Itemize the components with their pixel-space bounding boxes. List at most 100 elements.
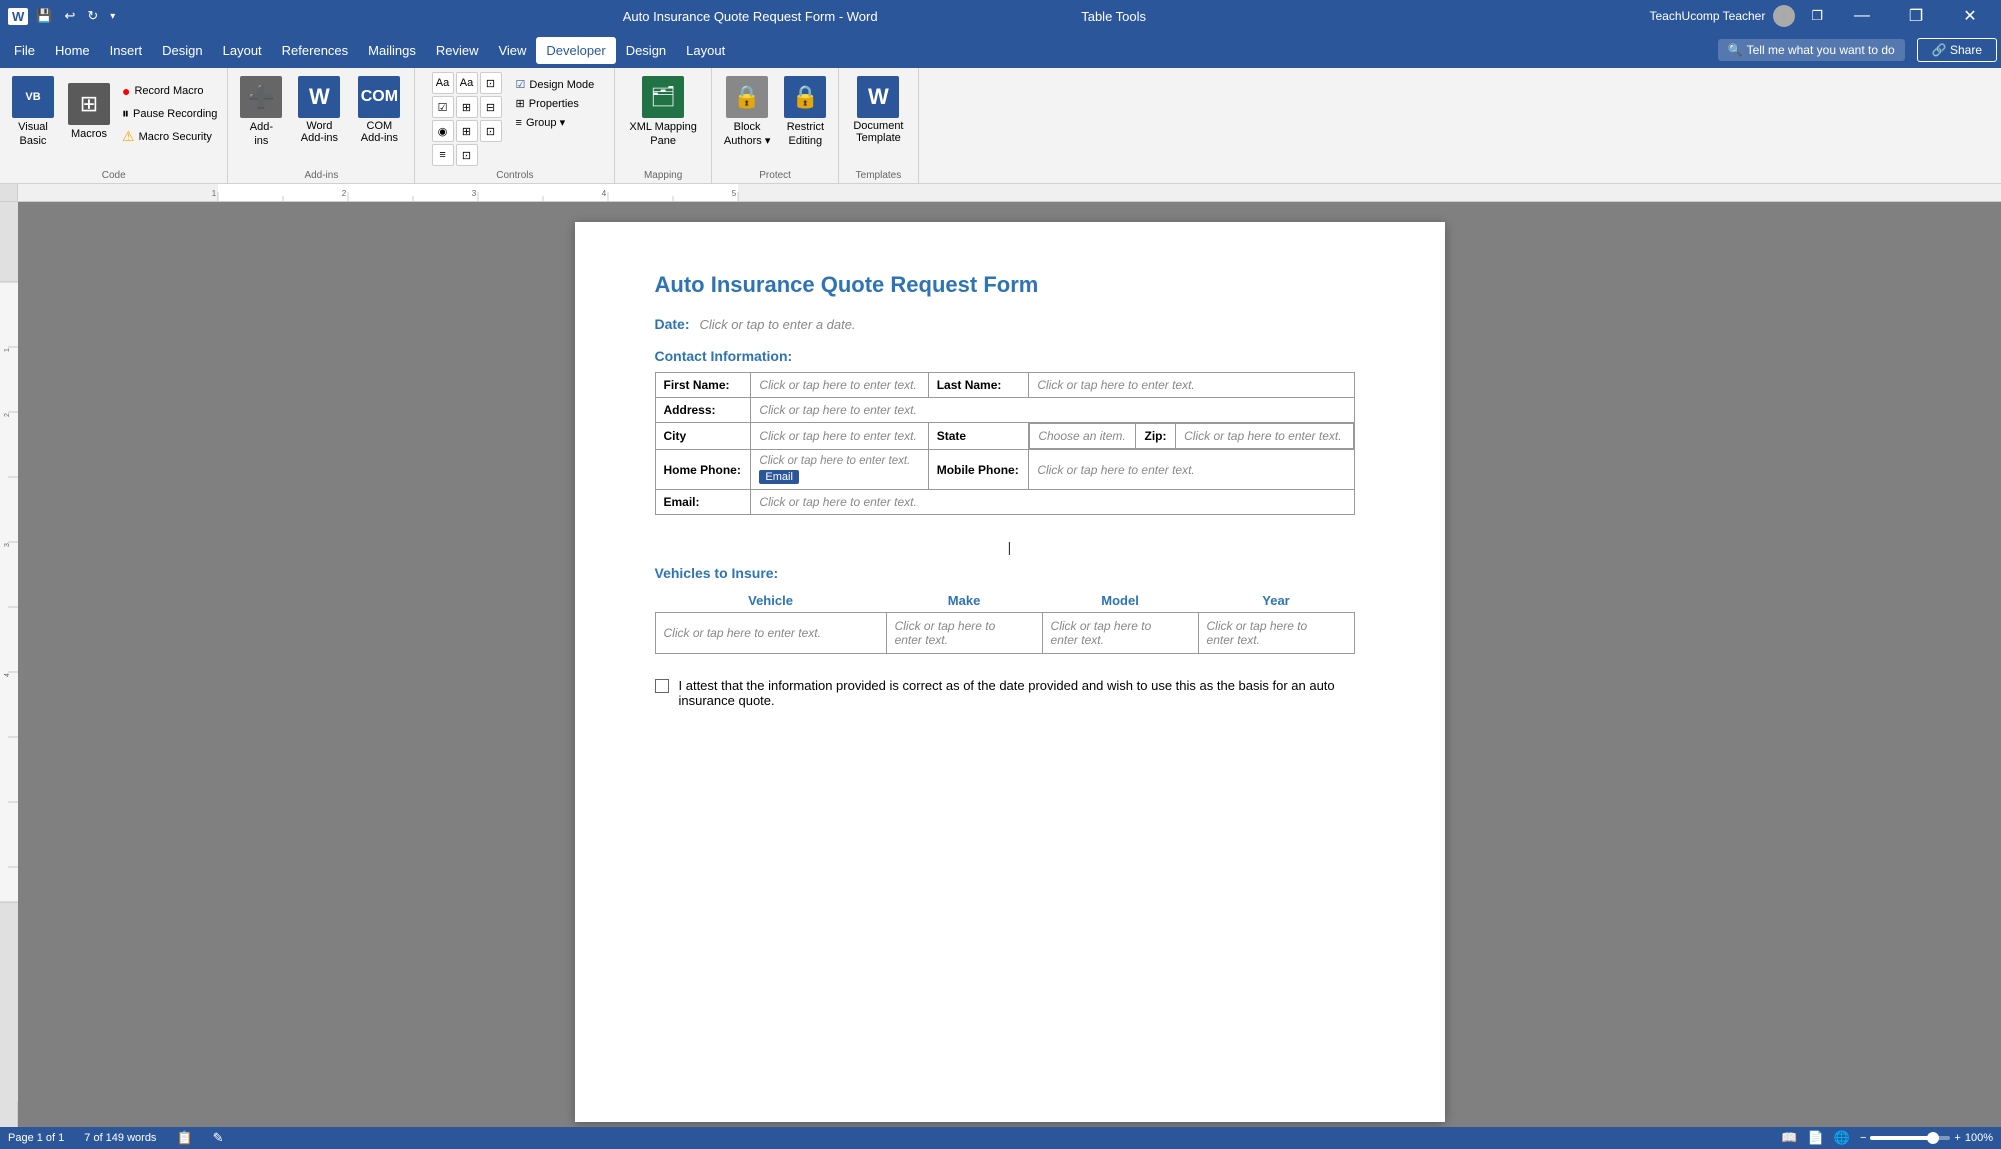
document-area: Auto Insurance Quote Request Form Date: …	[18, 202, 2001, 1127]
qat-more-btn[interactable]: ▾	[106, 9, 119, 24]
zoom-slider-track[interactable]	[1870, 1136, 1950, 1140]
macro-security-button[interactable]: ⚠ Macro Security	[118, 126, 221, 147]
menu-references[interactable]: References	[272, 37, 358, 64]
last-name-label: Last Name:	[928, 373, 1029, 398]
vehicles-section-title: Vehicles to Insure:	[655, 565, 1365, 581]
home-phone-value[interactable]: Click or tap here to enter text.	[759, 455, 919, 467]
first-name-value[interactable]: Click or tap here to enter text.	[751, 373, 928, 398]
xml-mapping-pane-button[interactable]: 🗂 XML MappingPane	[621, 72, 704, 153]
security-icon: ⚠	[122, 128, 135, 145]
make-cell[interactable]: Click or tap here toenter text.	[886, 613, 1042, 654]
ctrl-check[interactable]: ☑	[432, 96, 454, 118]
read-mode-icon[interactable]: 📖	[1781, 1130, 1797, 1146]
print-layout-icon[interactable]: 📄	[1808, 1130, 1824, 1146]
state-value[interactable]: Choose an item.	[1030, 424, 1136, 449]
ctrl-list[interactable]: ⊟	[480, 96, 502, 118]
macros-button[interactable]: ⊞ Macros	[62, 79, 116, 145]
web-layout-icon[interactable]: 🌐	[1834, 1130, 1850, 1146]
ctrl-radio[interactable]: ◉	[432, 120, 454, 142]
code-group-content: VB VisualBasic ⊞ Macros ● Record Macro ⏸…	[6, 72, 221, 166]
properties-icon: ⊞	[516, 97, 525, 110]
quick-save-btn[interactable]: 💾	[32, 6, 56, 26]
year-cell[interactable]: Click or tap here toenter text.	[1198, 613, 1354, 654]
menu-developer[interactable]: Developer	[536, 37, 615, 64]
ctrl-grid2[interactable]: ⊞	[456, 120, 478, 142]
visual-basic-button[interactable]: VB VisualBasic	[6, 72, 60, 153]
menu-view[interactable]: View	[488, 37, 536, 64]
status-bar-right: 📖 📄 🌐 − + 100%	[1781, 1130, 1993, 1146]
document-title: Auto Insurance Quote Request Form	[655, 272, 1365, 298]
zoom-in-btn[interactable]: +	[1954, 1132, 1960, 1144]
search-label: Tell me what you want to do	[1747, 43, 1895, 57]
ctrl-box2[interactable]: ⊡	[480, 120, 502, 142]
menu-table-layout[interactable]: Layout	[676, 37, 735, 64]
design-mode-button[interactable]: ☑ Design Mode	[512, 76, 599, 93]
mapping-group-content: 🗂 XML MappingPane	[621, 72, 704, 166]
last-name-value[interactable]: Click or tap here to enter text.	[1029, 373, 1354, 398]
search-icon: 🔍	[1728, 43, 1743, 57]
templates-group-content: W DocumentTemplate	[845, 72, 911, 166]
text-cursor: |	[655, 539, 1365, 555]
date-value[interactable]: Click or tap to enter a date.	[700, 317, 856, 332]
document-template-button[interactable]: W DocumentTemplate	[845, 72, 911, 148]
menu-search[interactable]: 🔍 Tell me what you want to do	[1718, 39, 1905, 61]
model-cell[interactable]: Click or tap here toenter text.	[1042, 613, 1198, 654]
ctrl-grid1[interactable]: ⊞	[456, 96, 478, 118]
restore-window-btn[interactable]: ❐	[1803, 8, 1831, 24]
zip-value[interactable]: Click or tap here to enter text.	[1176, 424, 1353, 449]
ctrl-aa1[interactable]: Aa	[432, 72, 454, 94]
addins-group-content: ➕ Add-ins W WordAdd-ins COM COMAdd-ins	[234, 72, 408, 166]
ctrl-box1[interactable]: ⊡	[480, 72, 502, 94]
vehicle-cell[interactable]: Click or tap here to enter text.	[655, 613, 886, 654]
attestation-row: I attest that the information provided i…	[655, 678, 1365, 708]
attestation-checkbox[interactable]	[655, 679, 669, 693]
menu-review[interactable]: Review	[426, 37, 489, 64]
menu-insert[interactable]: Insert	[100, 37, 153, 64]
menu-mailings[interactable]: Mailings	[358, 37, 426, 64]
state-label: State	[928, 423, 1029, 450]
svg-text:1: 1	[4, 348, 11, 352]
email-value[interactable]: Click or tap here to enter text.	[751, 490, 1354, 515]
com-add-ins-button[interactable]: COM COMAdd-ins	[350, 72, 408, 148]
group-button[interactable]: ≡ Group ▾	[512, 114, 599, 131]
zoom-level: 100%	[1965, 1132, 1993, 1144]
restrict-editing-button[interactable]: 🔒 RestrictEditing	[778, 72, 832, 153]
record-macro-button[interactable]: ● Record Macro	[118, 81, 221, 101]
svg-text:1: 1	[212, 189, 217, 198]
zoom-handle[interactable]	[1927, 1132, 1939, 1144]
menu-file[interactable]: File	[4, 37, 45, 64]
year-col-header: Year	[1198, 589, 1354, 613]
menu-home[interactable]: Home	[45, 37, 100, 64]
block-authors-button[interactable]: 🔒 BlockAuthors ▾	[718, 72, 777, 153]
svg-text:3: 3	[472, 189, 477, 198]
menu-table-design[interactable]: Design	[616, 37, 676, 64]
zoom-controls: − + 100%	[1860, 1132, 1993, 1144]
ctrl-aa2[interactable]: Aa	[456, 72, 478, 94]
ctrl-box3[interactable]: ⊡	[456, 144, 478, 166]
contact-table: First Name: Click or tap here to enter t…	[655, 372, 1355, 515]
mobile-phone-value[interactable]: Click or tap here to enter text.	[1029, 450, 1354, 490]
redo-btn[interactable]: ↻	[83, 6, 102, 26]
controls-group-content: Aa Aa ⊡ ☑ ⊞ ⊟ ◉ ⊞ ⊡ ≡ ⊡ ☑ Design Mode	[432, 72, 599, 166]
protect-group-content: 🔒 BlockAuthors ▾ 🔒 RestrictEditing	[718, 72, 833, 166]
address-value[interactable]: Click or tap here to enter text.	[751, 398, 1354, 423]
menu-design[interactable]: Design	[152, 37, 212, 64]
close-btn[interactable]: ✕	[1947, 0, 1993, 32]
ctrl-lines[interactable]: ≡	[432, 144, 454, 166]
vehicles-header-row: Vehicle Make Model Year	[655, 589, 1354, 613]
email-tag[interactable]: Email	[759, 470, 799, 484]
properties-button[interactable]: ⊞ Properties	[512, 95, 599, 112]
share-button[interactable]: 🔗 Share	[1917, 38, 1997, 62]
undo-btn[interactable]: ↩	[60, 6, 79, 26]
city-value[interactable]: Click or tap here to enter text.	[751, 423, 928, 450]
ruler-horizontal: 1 2 3 4 5	[18, 184, 2001, 202]
word-add-ins-button[interactable]: W WordAdd-ins	[290, 72, 348, 148]
minimize-btn[interactable]: —	[1839, 0, 1885, 32]
menu-layout[interactable]: Layout	[213, 37, 272, 64]
review-mode-icon[interactable]: 📋	[176, 1130, 192, 1146]
restore-btn[interactable]: ❐	[1893, 0, 1939, 32]
pause-recording-button[interactable]: ⏸ Pause Recording	[118, 103, 221, 124]
zoom-out-btn[interactable]: −	[1860, 1132, 1866, 1144]
add-ins-button[interactable]: ➕ Add-ins	[234, 72, 288, 153]
track-changes-icon[interactable]: ✎	[213, 1130, 224, 1146]
